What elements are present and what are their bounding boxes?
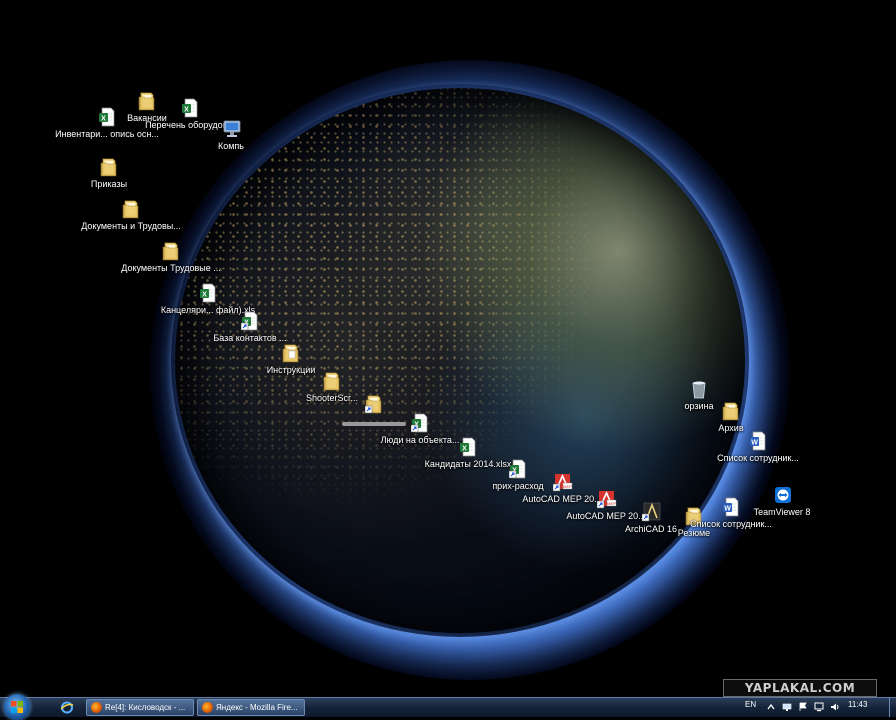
desktop-icon-label: Инвентари... опись осн... (55, 129, 159, 139)
desktop-icon-label: Документы и Трудовы... (81, 221, 181, 231)
desktop-icon[interactable]: XБаза контактов ... (212, 311, 288, 344)
desktop-icon[interactable]: Архив (693, 401, 769, 434)
folder-icon (323, 371, 341, 391)
svg-text:W: W (724, 506, 731, 513)
firefox-icon (91, 702, 102, 713)
desktop-icon-label: Приказы (90, 179, 128, 189)
excel-icon: X (459, 437, 477, 457)
desktop-icon[interactable]: Компь (193, 119, 269, 152)
desktop-icon-label: Документы Трудовые ... (121, 263, 221, 273)
taskbar: Re[4]: Кисловодск - ... Яндекс - Mozilla… (0, 694, 896, 720)
folder-icon (722, 401, 740, 421)
watermark-logo: YAPLAKAL.COM (723, 679, 877, 697)
folder-icon (122, 199, 140, 219)
tray-network-status-icon[interactable] (814, 702, 824, 712)
taskbar-button-label: Яндекс - Mozilla Fire... (216, 703, 298, 712)
show-desktop-button[interactable] (889, 698, 896, 717)
windows-logo-icon (11, 701, 23, 713)
excel-shortcut-icon: X (241, 311, 259, 331)
excel-shortcut-icon: X (411, 413, 429, 433)
desktop-icon[interactable]: TeamViewer 8 (744, 485, 820, 518)
tray-volume-icon[interactable] (830, 702, 840, 712)
start-button[interactable] (4, 694, 30, 720)
teamviewer-icon (773, 485, 791, 505)
desktop-icon[interactable]: Документы Трудовые ... (121, 241, 221, 274)
svg-text:X: X (101, 116, 106, 123)
tray-arrow-icon[interactable] (766, 702, 776, 712)
folder-icon (162, 241, 180, 261)
desktop-icon-label: TeamViewer 8 (753, 507, 811, 517)
excel-icon: X (181, 98, 199, 118)
desktop-icon-label: Список сотрудник... (690, 519, 772, 529)
desktop-icon[interactable]: Приказы (71, 157, 147, 190)
quick-launch-ie-icon[interactable] (60, 701, 74, 714)
language-indicator[interactable]: EN (745, 700, 756, 709)
computer-icon (222, 119, 241, 139)
folder-icon (100, 157, 118, 177)
word-icon: W (749, 431, 767, 451)
desktop[interactable]: X Инвентари... опись осн... Вакансии X Переч… (0, 0, 896, 697)
clock[interactable]: 11:43 (848, 700, 867, 709)
desktop-icon[interactable]: Документы и Трудовы... (81, 199, 181, 232)
svg-text:X: X (462, 446, 467, 453)
svg-text:X: X (202, 292, 207, 299)
desktop-icon-label: Компь (218, 141, 244, 151)
word-icon: W (722, 497, 740, 517)
tray-network-icon[interactable] (782, 702, 792, 712)
svg-text:W: W (751, 440, 758, 447)
folder-doc-icon (282, 343, 300, 363)
taskbar-button-firefox-2[interactable]: Яндекс - Mozilla Fire... (197, 699, 305, 716)
recycle-icon (690, 379, 708, 399)
desktop-icon-label: Список сотрудник... (717, 453, 799, 463)
firefox-icon (202, 702, 213, 713)
folder-shortcut-icon (365, 394, 383, 414)
tray-flag-icon[interactable] (798, 702, 808, 712)
taskbar-button-firefox-1[interactable]: Re[4]: Кисловодск - ... (86, 699, 194, 716)
svg-text:X: X (184, 107, 189, 114)
excel-icon: X (199, 283, 217, 303)
desktop-icon[interactable]: W Список сотрудник... (717, 431, 799, 464)
taskbar-button-label: Re[4]: Кисловодск - ... (105, 703, 186, 712)
